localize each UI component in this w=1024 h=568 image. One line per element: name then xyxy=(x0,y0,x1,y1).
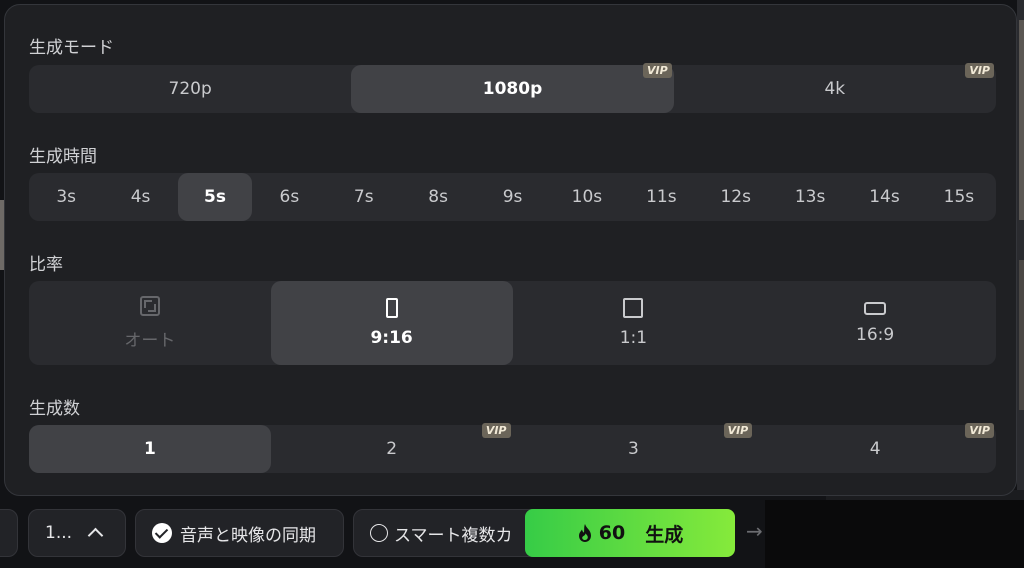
duration-option-15s[interactable]: 15s xyxy=(922,173,996,221)
ratio-option-label: 1:1 xyxy=(619,328,648,348)
vip-badge: VIP xyxy=(965,423,994,438)
ratio-option-auto[interactable]: オート xyxy=(29,281,271,365)
ratio-selector: オート 9:16 1:1 16:9 xyxy=(29,281,996,365)
duration-option-3s[interactable]: 3s xyxy=(29,173,103,221)
flame-icon xyxy=(578,524,591,542)
mode-section-label: 生成モード xyxy=(29,38,114,58)
radio-circle-icon xyxy=(370,524,388,542)
count-option-4[interactable]: 4 VIP xyxy=(754,423,996,473)
duration-option-14s[interactable]: 14s xyxy=(847,173,921,221)
count-option-2[interactable]: 2 VIP xyxy=(271,423,513,473)
duration-option-8s[interactable]: 8s xyxy=(401,173,475,221)
landscape-ratio-icon xyxy=(864,301,887,315)
credit-cost: 60 xyxy=(598,522,626,544)
count-option-label: 2 xyxy=(386,439,398,459)
count-option-label: 4 xyxy=(869,439,881,459)
ratio-section-label: 比率 xyxy=(29,255,63,275)
duration-option-7s[interactable]: 7s xyxy=(327,173,401,221)
count-option-1[interactable]: 1 xyxy=(29,425,271,473)
background-panel xyxy=(765,500,1024,568)
background-image-strip xyxy=(1019,20,1024,220)
mode-option-label: 1080p xyxy=(482,79,543,99)
mode-option-label: 720p xyxy=(168,79,212,99)
ratio-option-label: オート xyxy=(124,330,176,351)
ratio-option-1-1[interactable]: 1:1 xyxy=(513,281,755,365)
toolbar-left-button[interactable] xyxy=(0,509,18,557)
generation-settings-popover: 生成モード 720p 1080p VIP 4k VIP 生成時間 3s 4s 5… xyxy=(4,4,1017,496)
av-sync-toggle[interactable]: 音声と映像の同期 xyxy=(135,509,344,557)
av-sync-label: 音声と映像の同期 xyxy=(180,525,316,546)
duration-option-11s[interactable]: 11s xyxy=(624,173,698,221)
generate-label: 生成 xyxy=(645,523,684,546)
duration-option-6s[interactable]: 6s xyxy=(252,173,326,221)
duration-selector: 3s 4s 5s 6s 7s 8s 9s 10s 11s 12s 13s 14s… xyxy=(29,173,996,221)
square-ratio-icon xyxy=(623,298,644,318)
duration-option-4s[interactable]: 4s xyxy=(103,173,177,221)
smart-multi-label: スマート複数カ xyxy=(394,525,513,546)
mode-option-4k[interactable]: 4k VIP xyxy=(674,63,996,113)
vip-badge: VIP xyxy=(723,423,753,438)
count-dropdown-button[interactable]: 1... xyxy=(28,509,126,557)
count-option-label: 1 xyxy=(143,439,156,459)
count-option-label: 3 xyxy=(627,439,639,459)
auto-ratio-icon xyxy=(139,295,160,316)
duration-option-10s[interactable]: 10s xyxy=(550,173,624,221)
duration-section-label: 生成時間 xyxy=(29,147,97,167)
duration-option-5s[interactable]: 5s xyxy=(177,173,253,221)
mode-selector: 720p 1080p VIP 4k VIP xyxy=(29,63,996,113)
duration-option-13s[interactable]: 13s xyxy=(773,173,847,221)
mode-option-1080p[interactable]: 1080p VIP xyxy=(351,63,674,113)
duration-option-9s[interactable]: 9s xyxy=(475,173,549,221)
background-image-strip xyxy=(1019,260,1024,410)
chevron-up-icon xyxy=(87,527,104,544)
arrow-right-icon[interactable]: → xyxy=(746,519,763,543)
ratio-option-label: 9:16 xyxy=(370,328,413,348)
duration-option-12s[interactable]: 12s xyxy=(699,173,773,221)
smart-multi-toggle[interactable]: スマート複数カ xyxy=(353,509,553,557)
mode-option-label: 4k xyxy=(824,79,846,99)
count-dropdown-label: 1... xyxy=(45,523,73,543)
mode-option-720p[interactable]: 720p xyxy=(29,65,351,113)
portrait-ratio-icon xyxy=(385,298,398,318)
check-circle-icon xyxy=(152,523,172,543)
vip-badge: VIP xyxy=(642,63,672,78)
ratio-option-label: 16:9 xyxy=(856,324,895,345)
vip-badge: VIP xyxy=(965,63,994,78)
ratio-option-16-9[interactable]: 16:9 xyxy=(754,281,996,365)
count-section-label: 生成数 xyxy=(29,399,80,419)
vip-badge: VIP xyxy=(481,423,511,438)
count-selector: 1 2 VIP 3 VIP 4 VIP xyxy=(29,423,996,473)
ratio-option-9-16[interactable]: 9:16 xyxy=(270,281,513,365)
generate-button[interactable]: 60 生成 xyxy=(525,509,735,557)
count-option-3[interactable]: 3 VIP xyxy=(513,423,755,473)
